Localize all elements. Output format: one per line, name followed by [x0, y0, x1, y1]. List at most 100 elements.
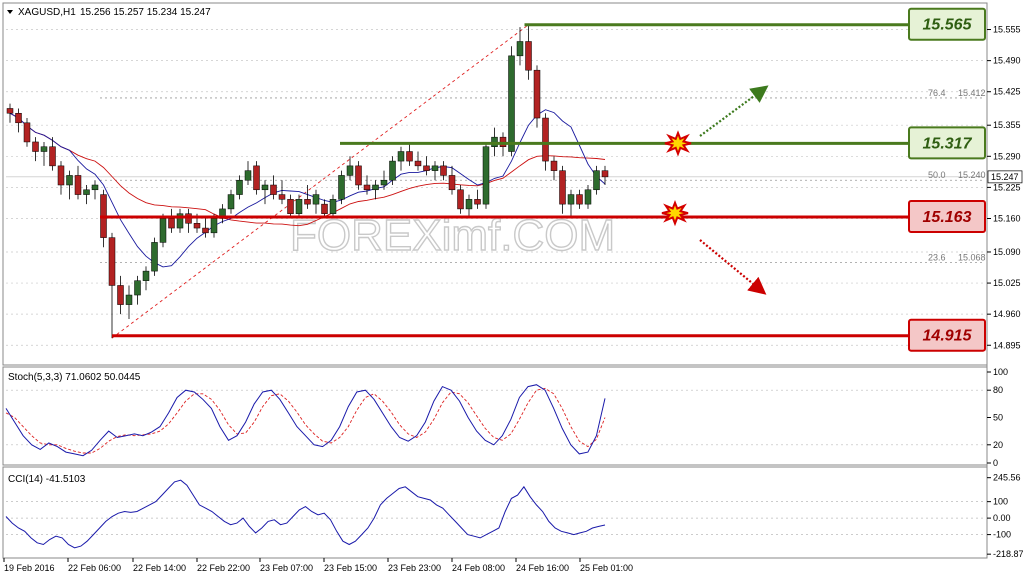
candle-body — [142, 270, 150, 281]
time-tick-label: 25 Feb 01:00 — [580, 563, 633, 573]
fib-level-value: 15.412 — [958, 88, 986, 98]
candle-body — [584, 189, 592, 205]
stoch-tick-label: 80 — [993, 385, 1003, 395]
time-tick-label: 23 Feb 15:00 — [324, 563, 377, 573]
time-tick-label: 23 Feb 07:00 — [260, 563, 313, 573]
time-tick-label: 22 Feb 06:00 — [68, 563, 121, 573]
time-tick-label: 22 Feb 14:00 — [133, 563, 186, 573]
price-tick-label: 15.355 — [993, 120, 1021, 130]
cci-tick-label: -100 — [993, 530, 1011, 540]
candle-body — [287, 199, 294, 214]
candle-body — [593, 170, 600, 191]
support-level-value: 14.915 — [923, 328, 973, 345]
stoch-tick-label: 20 — [993, 440, 1003, 450]
candle-body — [372, 184, 379, 191]
candle-body — [576, 194, 583, 205]
ohlc-label: 15.256 15.257 15.234 15.247 — [80, 7, 211, 18]
support-level-value: 15.163 — [923, 209, 972, 226]
breakdown-star-icon — [661, 199, 689, 227]
price-tick-label: 15.025 — [993, 278, 1021, 288]
candle-body — [321, 203, 328, 214]
candle-body — [117, 285, 124, 305]
fib-level-label: 50.0 — [928, 170, 946, 180]
candle-body — [91, 184, 99, 191]
cci-tick-label: 245.56 — [993, 473, 1021, 483]
candle-body — [338, 175, 345, 200]
candle-body — [159, 218, 167, 243]
candle-body — [134, 280, 141, 296]
candle-body — [227, 194, 235, 210]
candle-body — [6, 108, 14, 114]
resistance-level-value: 15.317 — [923, 135, 973, 152]
candle-body — [168, 218, 175, 229]
candle-body — [550, 160, 558, 171]
candle-body — [15, 112, 22, 124]
candle-body — [465, 199, 473, 210]
price-tick-label: 14.960 — [993, 309, 1021, 319]
candle-body — [40, 146, 48, 152]
candle-body — [448, 175, 456, 191]
candle-body — [23, 122, 31, 143]
time-tick-label: 24 Feb 08:00 — [452, 563, 505, 573]
candle-body — [57, 165, 65, 186]
price-tick-label: 14.895 — [993, 340, 1021, 350]
candle-body — [74, 175, 82, 195]
cci-header: CCI(14) -41.5103 — [8, 474, 86, 485]
time-tick-label: 24 Feb 16:00 — [516, 563, 569, 573]
candle-body — [346, 165, 354, 176]
chart-window: FOREXimf.COM XAGUSD,H1 15.256 15.257 15.… — [0, 0, 1023, 579]
candle-body — [125, 294, 133, 305]
candle-body — [559, 170, 566, 205]
candle-body — [210, 218, 218, 234]
price-tick-label: 15.490 — [993, 56, 1021, 66]
stoch-tick-label: 50 — [993, 413, 1003, 423]
cci-tick-label: 100 — [993, 497, 1008, 507]
fib-level-value: 15.240 — [958, 170, 986, 180]
time-tick-label: 22 Feb 22:00 — [197, 563, 250, 573]
candle-body — [533, 69, 541, 119]
candle-body — [236, 179, 243, 195]
resistance-level-value: 15.565 — [923, 17, 973, 34]
stoch-header: Stoch(5,3,3) 71.0602 50.0445 — [8, 372, 141, 383]
stoch-panel-frame — [2, 366, 988, 466]
candle-body — [431, 165, 439, 171]
fib-level-label: 76.4 — [928, 88, 946, 98]
candle-body — [304, 199, 311, 205]
candle-body — [414, 160, 422, 167]
stoch-tick-label: 100 — [993, 367, 1008, 377]
price-tick-label: 15.290 — [993, 151, 1021, 161]
candle-body — [380, 179, 388, 186]
candle-body — [397, 151, 405, 162]
candle-body — [32, 141, 39, 152]
candle-body — [440, 165, 447, 176]
candle-body — [516, 41, 524, 57]
candle-body — [423, 165, 430, 171]
candle-body — [457, 189, 464, 210]
cci-tick-label: -218.87 — [993, 549, 1023, 559]
main-panel-frame — [2, 2, 988, 366]
candle-body — [202, 227, 209, 234]
candle-body — [295, 199, 303, 214]
symbol-label: XAGUSD,H1 — [18, 7, 76, 18]
candle-body — [108, 237, 116, 286]
candle-body — [244, 170, 252, 181]
price-tick-label: 15.225 — [993, 182, 1021, 192]
candle-body — [151, 242, 158, 272]
candle-body — [482, 146, 490, 205]
candle-body — [312, 194, 320, 205]
candle-body — [66, 175, 73, 186]
candle-body — [363, 184, 371, 191]
candle-body — [193, 223, 201, 229]
candle-body — [474, 199, 481, 205]
current-price-label: 15.247 — [991, 172, 1019, 182]
price-tick-label: 15.090 — [993, 247, 1021, 257]
chart-canvas[interactable]: FOREXimf.COM XAGUSD,H1 15.256 15.257 15.… — [0, 0, 1023, 579]
candle-body — [49, 146, 56, 167]
candle-body — [542, 117, 549, 162]
price-tick-label: 15.555 — [993, 25, 1021, 35]
candle-body — [261, 184, 269, 191]
cci-tick-label: 0.00 — [993, 513, 1011, 523]
candle-body — [525, 41, 532, 71]
fib-level-value: 15.068 — [958, 252, 986, 262]
candle-body — [329, 199, 337, 214]
